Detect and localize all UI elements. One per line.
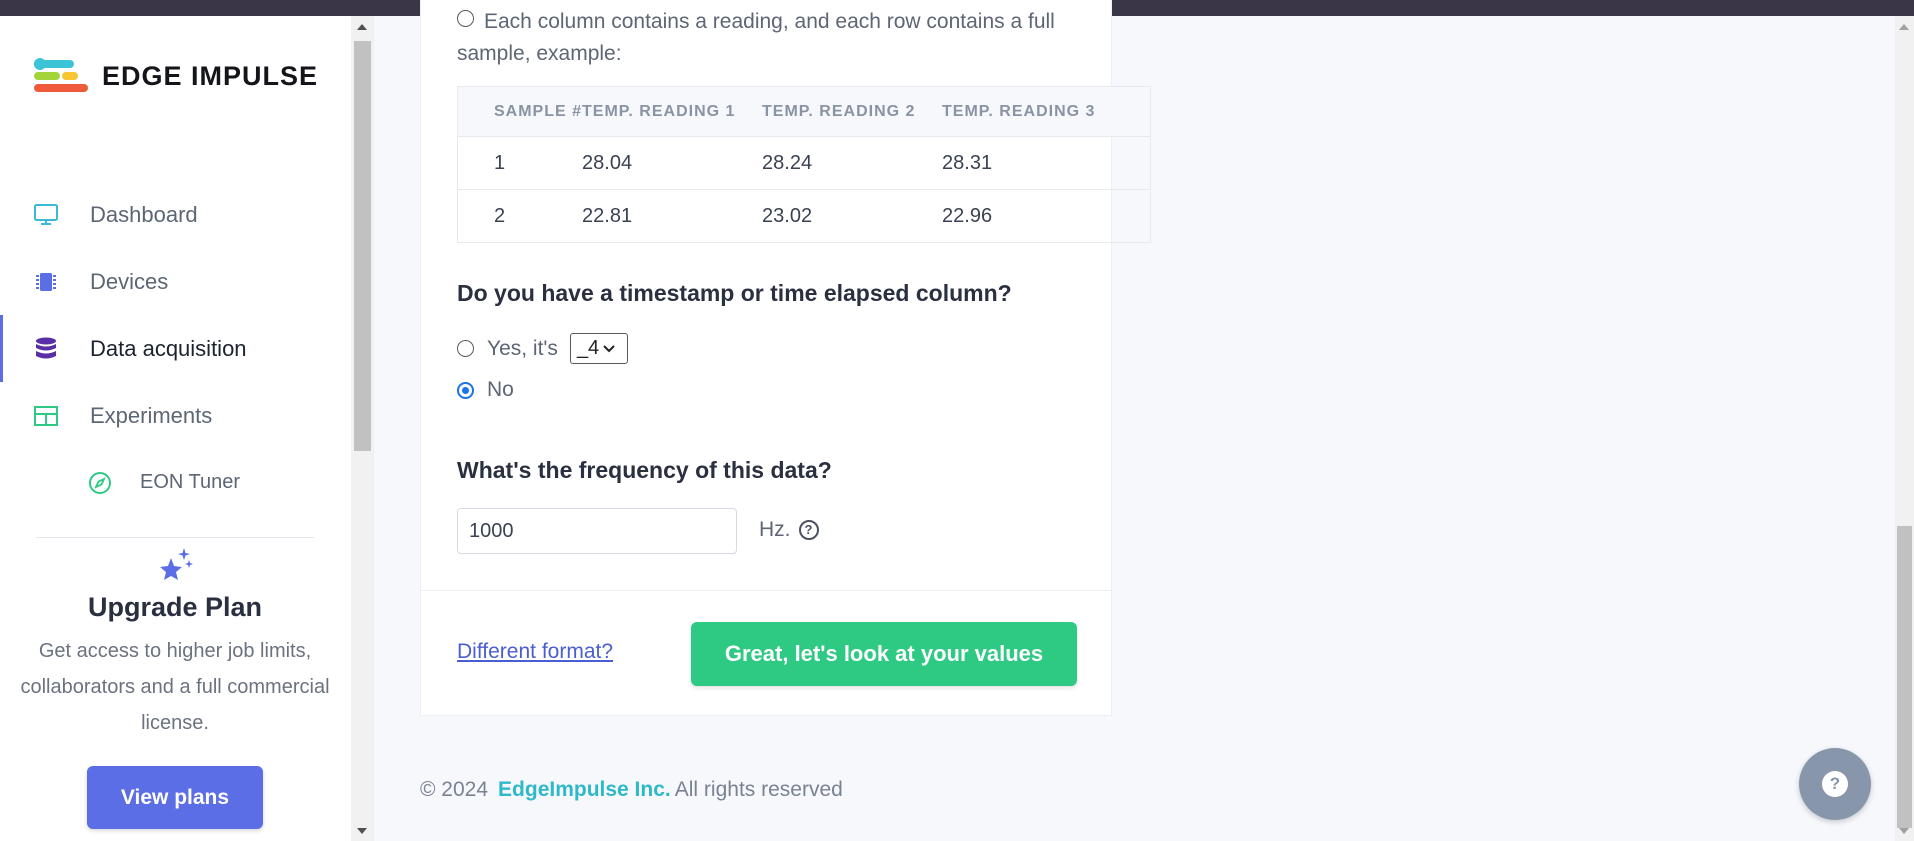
database-icon	[34, 337, 58, 361]
table-header: TEMP. READING 1	[582, 86, 763, 137]
company-link[interactable]: EdgeImpulse Inc.	[498, 778, 671, 801]
timestamp-yes-label: Yes, it's	[487, 336, 558, 360]
sidebar-item-label: Experiments	[90, 402, 213, 428]
sidebar-nav: Dashboard Devices Data acquisition Exper…	[0, 181, 351, 516]
sidebar-item-eon-tuner[interactable]: EON Tuner	[0, 449, 351, 516]
view-plans-button[interactable]: View plans	[87, 766, 263, 829]
table-cell: 28.04	[582, 136, 763, 190]
timestamp-question: Do you have a timestamp or time elapsed …	[457, 280, 1012, 306]
example-table: SAMPLE # TEMP. READING 1 TEMP. READING 2…	[457, 86, 1151, 243]
rights-text: All rights reserved	[674, 778, 843, 801]
sidebar-item-label: EON Tuner	[140, 471, 241, 493]
table-header: SAMPLE #	[457, 86, 583, 137]
table-cell: 23.02	[762, 189, 943, 243]
sidebar-item-label: Data acquisition	[90, 335, 247, 361]
brand-logo[interactable]: EDGE IMPULSE	[34, 56, 318, 96]
help-circle-icon[interactable]: ?	[798, 520, 819, 540]
table-row: 2 22.81 23.02 22.96	[457, 189, 1151, 243]
sidebar-item-devices[interactable]: Devices	[0, 248, 351, 315]
card-footer-divider	[421, 590, 1111, 591]
upgrade-title: Upgrade Plan	[87, 592, 263, 622]
upgrade-description: Get access to higher job limits, collabo…	[20, 640, 330, 734]
sidebar-item-data-acquisition[interactable]: Data acquisition	[0, 315, 351, 382]
chip-icon	[34, 270, 58, 294]
page-footer: © 2024 EdgeImpulse Inc. All rights reserve…	[420, 778, 843, 802]
edge-impulse-logo-icon	[34, 56, 88, 96]
table-header: TEMP. READING 2	[762, 86, 943, 137]
sample-format-label: Each column contains a reading, and each…	[457, 10, 1055, 65]
frequency-question: What's the frequency of this data?	[457, 457, 832, 483]
frequency-input[interactable]: 1000	[457, 508, 737, 554]
frequency-unit: Hz. ?	[759, 518, 819, 542]
timestamp-no-radio[interactable]	[457, 381, 474, 399]
scroll-down-arrow-icon[interactable]	[357, 828, 367, 834]
timestamp-yes-radio[interactable]	[457, 340, 474, 357]
timestamp-column-value: _4	[576, 337, 600, 359]
sidebar-divider	[36, 537, 314, 538]
scroll-up-arrow-icon[interactable]	[357, 24, 367, 30]
question-mark-icon: ?	[1822, 771, 1848, 797]
monitor-icon	[34, 203, 58, 227]
copyright-text: © 2024	[420, 778, 489, 801]
sidebar-item-dashboard[interactable]: Dashboard	[0, 181, 351, 248]
timestamp-column-select[interactable]: _4	[569, 333, 628, 364]
sample-format-option[interactable]: Each column contains a reading, and each…	[457, 6, 1077, 70]
table-cell: 2	[457, 189, 583, 243]
table-grid-icon	[34, 404, 58, 428]
look-at-values-button[interactable]: Great, let's look at your values	[691, 622, 1077, 686]
page-scrollbar-thumb[interactable]	[1897, 526, 1912, 828]
table-cell: 22.96	[942, 189, 1151, 243]
table-header: TEMP. READING 3	[942, 86, 1151, 137]
compass-icon	[88, 471, 112, 495]
sidebar: EDGE IMPULSE Dashboard Devices Data acqu…	[0, 16, 351, 841]
frequency-unit-label: Hz.	[759, 518, 791, 541]
sparkle-star-icon	[155, 546, 195, 586]
scroll-down-arrow-icon[interactable]	[1899, 828, 1909, 834]
sidebar-scrollbar-thumb[interactable]	[354, 41, 371, 451]
timestamp-no-label: No	[487, 378, 514, 401]
sidebar-scrollbar[interactable]	[351, 16, 374, 841]
table-cell: 28.24	[762, 136, 943, 190]
sample-format-radio[interactable]	[457, 9, 474, 27]
timestamp-yes-option[interactable]: Yes, it's _4	[457, 333, 628, 364]
timestamp-no-option[interactable]: No	[457, 378, 514, 402]
sidebar-item-label: Dashboard	[90, 201, 198, 227]
table-row: 1 28.04 28.24 28.31	[457, 136, 1151, 190]
table-cell: 1	[457, 136, 583, 190]
page-scrollbar[interactable]	[1895, 16, 1914, 841]
upgrade-plan-panel: Upgrade Plan Get access to higher job li…	[20, 546, 330, 829]
sidebar-item-label: Devices	[90, 268, 169, 294]
scroll-up-arrow-icon[interactable]	[1899, 24, 1909, 30]
table-cell: 22.81	[582, 189, 763, 243]
chevron-down-icon	[603, 342, 615, 356]
different-format-link[interactable]: Different format?	[457, 640, 613, 664]
help-button[interactable]: ?	[1799, 748, 1871, 820]
brand-name: EDGE IMPULSE	[102, 60, 319, 91]
csv-wizard-card: Each column contains a reading, and each…	[420, 0, 1151, 716]
sidebar-item-experiments[interactable]: Experiments	[0, 382, 351, 449]
table-cell: 28.31	[942, 136, 1151, 190]
